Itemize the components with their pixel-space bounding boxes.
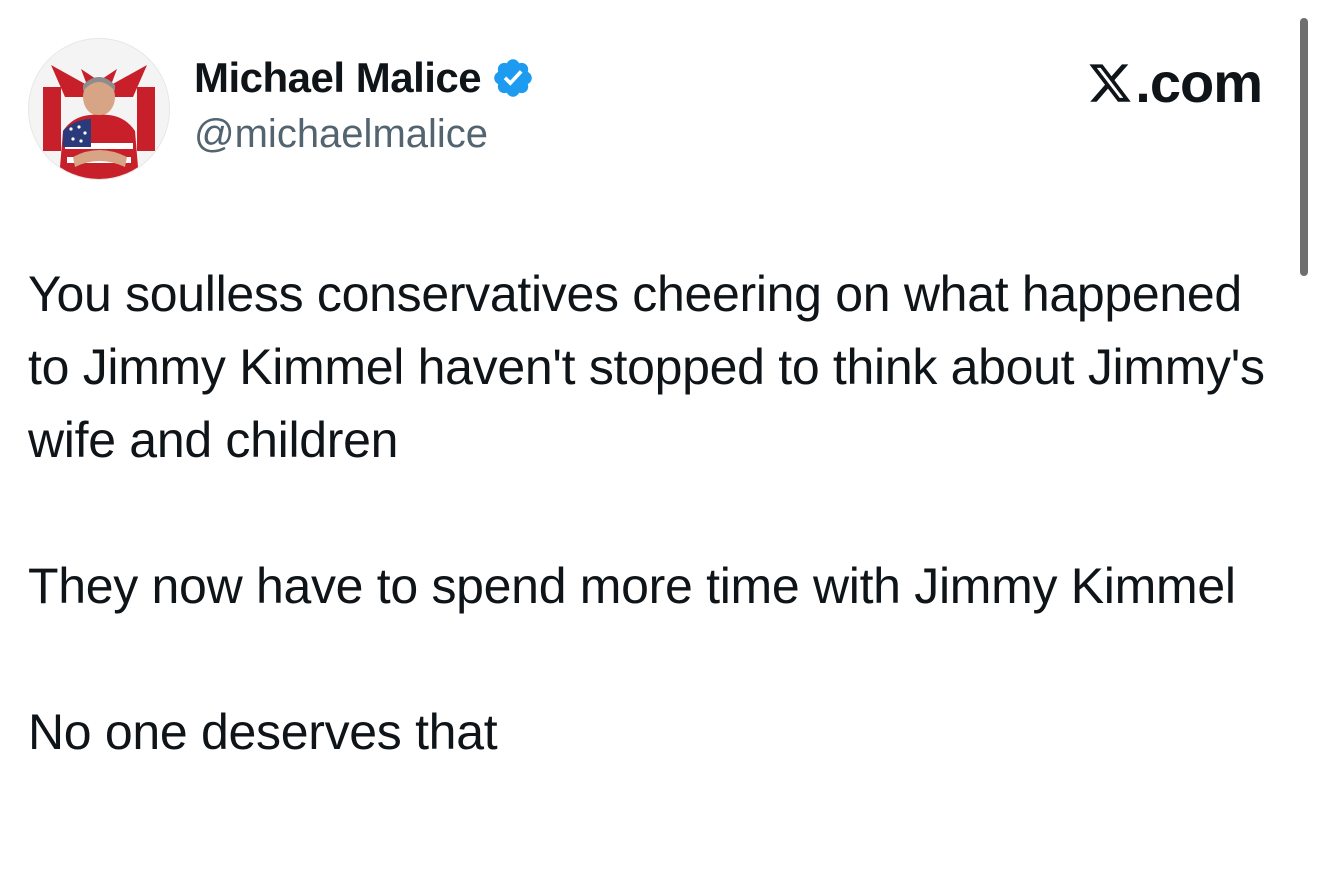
display-name[interactable]: Michael Malice bbox=[194, 54, 482, 102]
x-logo-icon bbox=[1087, 60, 1133, 106]
site-logo[interactable]: .com bbox=[1087, 50, 1263, 115]
tweet-paragraph: You soulless conservatives cheering on w… bbox=[28, 266, 1265, 468]
verified-badge-icon bbox=[491, 56, 535, 100]
scrollbar[interactable] bbox=[1300, 18, 1308, 276]
tweet-paragraph: They now have to spend more time with Ji… bbox=[28, 558, 1236, 614]
name-row: Michael Malice bbox=[194, 52, 535, 104]
avatar-image bbox=[29, 39, 169, 179]
author-block: Michael Malice @michaelmalice bbox=[194, 52, 535, 157]
tweet-text: You soulless conservatives cheering on w… bbox=[28, 258, 1296, 769]
tweet-paragraph: No one deserves that bbox=[28, 704, 498, 760]
profile-avatar[interactable] bbox=[28, 38, 170, 180]
handle[interactable]: @michaelmalice bbox=[194, 112, 535, 157]
logo-suffix: .com bbox=[1135, 51, 1263, 114]
tweet-card: Michael Malice @michaelmalice .com You s… bbox=[0, 0, 1320, 873]
